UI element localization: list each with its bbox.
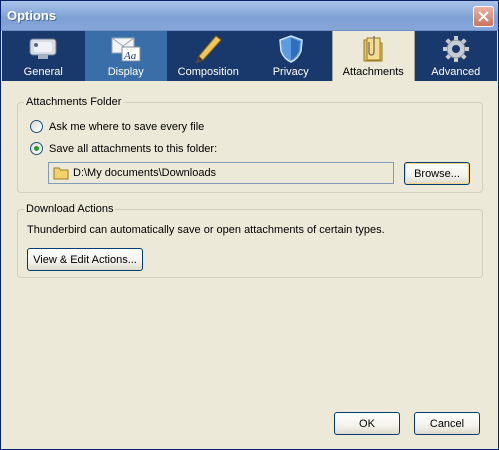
category-toolbar: General Aa Display Composition Privacy A… bbox=[2, 31, 497, 81]
ask-location-radio[interactable]: Ask me where to save every file bbox=[30, 120, 204, 133]
tab-advanced[interactable]: Advanced bbox=[415, 31, 498, 81]
save-folder-radio[interactable]: Save all attachments to this folder: bbox=[30, 142, 217, 155]
svg-text:Aa: Aa bbox=[123, 50, 137, 62]
tab-composition[interactable]: Composition bbox=[167, 31, 250, 81]
tab-attachments[interactable]: Attachments bbox=[332, 31, 415, 81]
tab-privacy-label: Privacy bbox=[272, 66, 309, 78]
pencil-icon bbox=[191, 34, 225, 64]
tab-advanced-label: Advanced bbox=[431, 66, 481, 78]
close-button[interactable] bbox=[473, 6, 494, 27]
cancel-button[interactable]: Cancel bbox=[414, 412, 480, 435]
tab-general[interactable]: General bbox=[2, 31, 85, 81]
general-settings-icon bbox=[26, 34, 60, 64]
download-actions-legend: Download Actions bbox=[26, 203, 114, 215]
tab-display-label: Display bbox=[107, 66, 144, 78]
shield-icon bbox=[274, 34, 308, 64]
view-edit-actions-button[interactable]: View & Edit Actions... bbox=[27, 248, 143, 271]
title-bar[interactable]: Options bbox=[1, 1, 498, 31]
folder-path-text: D:\My documents\Downloads bbox=[73, 167, 217, 179]
save-folder-label: Save all attachments to this folder: bbox=[49, 142, 218, 155]
tab-composition-label: Composition bbox=[177, 66, 239, 78]
window-title: Options bbox=[7, 8, 57, 23]
ask-location-label: Ask me where to save every file bbox=[49, 120, 205, 133]
tab-privacy[interactable]: Privacy bbox=[250, 31, 333, 81]
display-font-icon: Aa bbox=[109, 34, 143, 64]
gear-icon bbox=[439, 34, 473, 64]
ask-location-radio-button[interactable] bbox=[30, 120, 43, 133]
attachments-folder-legend: Attachments Folder bbox=[26, 96, 122, 108]
paperclip-folder-icon bbox=[356, 34, 390, 64]
folder-icon bbox=[53, 167, 69, 180]
tab-display[interactable]: Aa Display bbox=[84, 31, 167, 81]
browse-button[interactable]: Browse... bbox=[404, 162, 470, 185]
options-window: Options General Aa Display Composition P… bbox=[0, 0, 499, 450]
download-actions-description: Thunderbird can automatically save or op… bbox=[27, 224, 385, 236]
save-folder-radio-button[interactable] bbox=[30, 142, 43, 155]
tab-attachments-label: Attachments bbox=[342, 66, 404, 78]
folder-path-field: D:\My documents\Downloads bbox=[48, 162, 394, 184]
ok-button[interactable]: OK bbox=[334, 412, 400, 435]
tab-general-label: General bbox=[23, 66, 63, 78]
close-icon bbox=[478, 11, 489, 22]
